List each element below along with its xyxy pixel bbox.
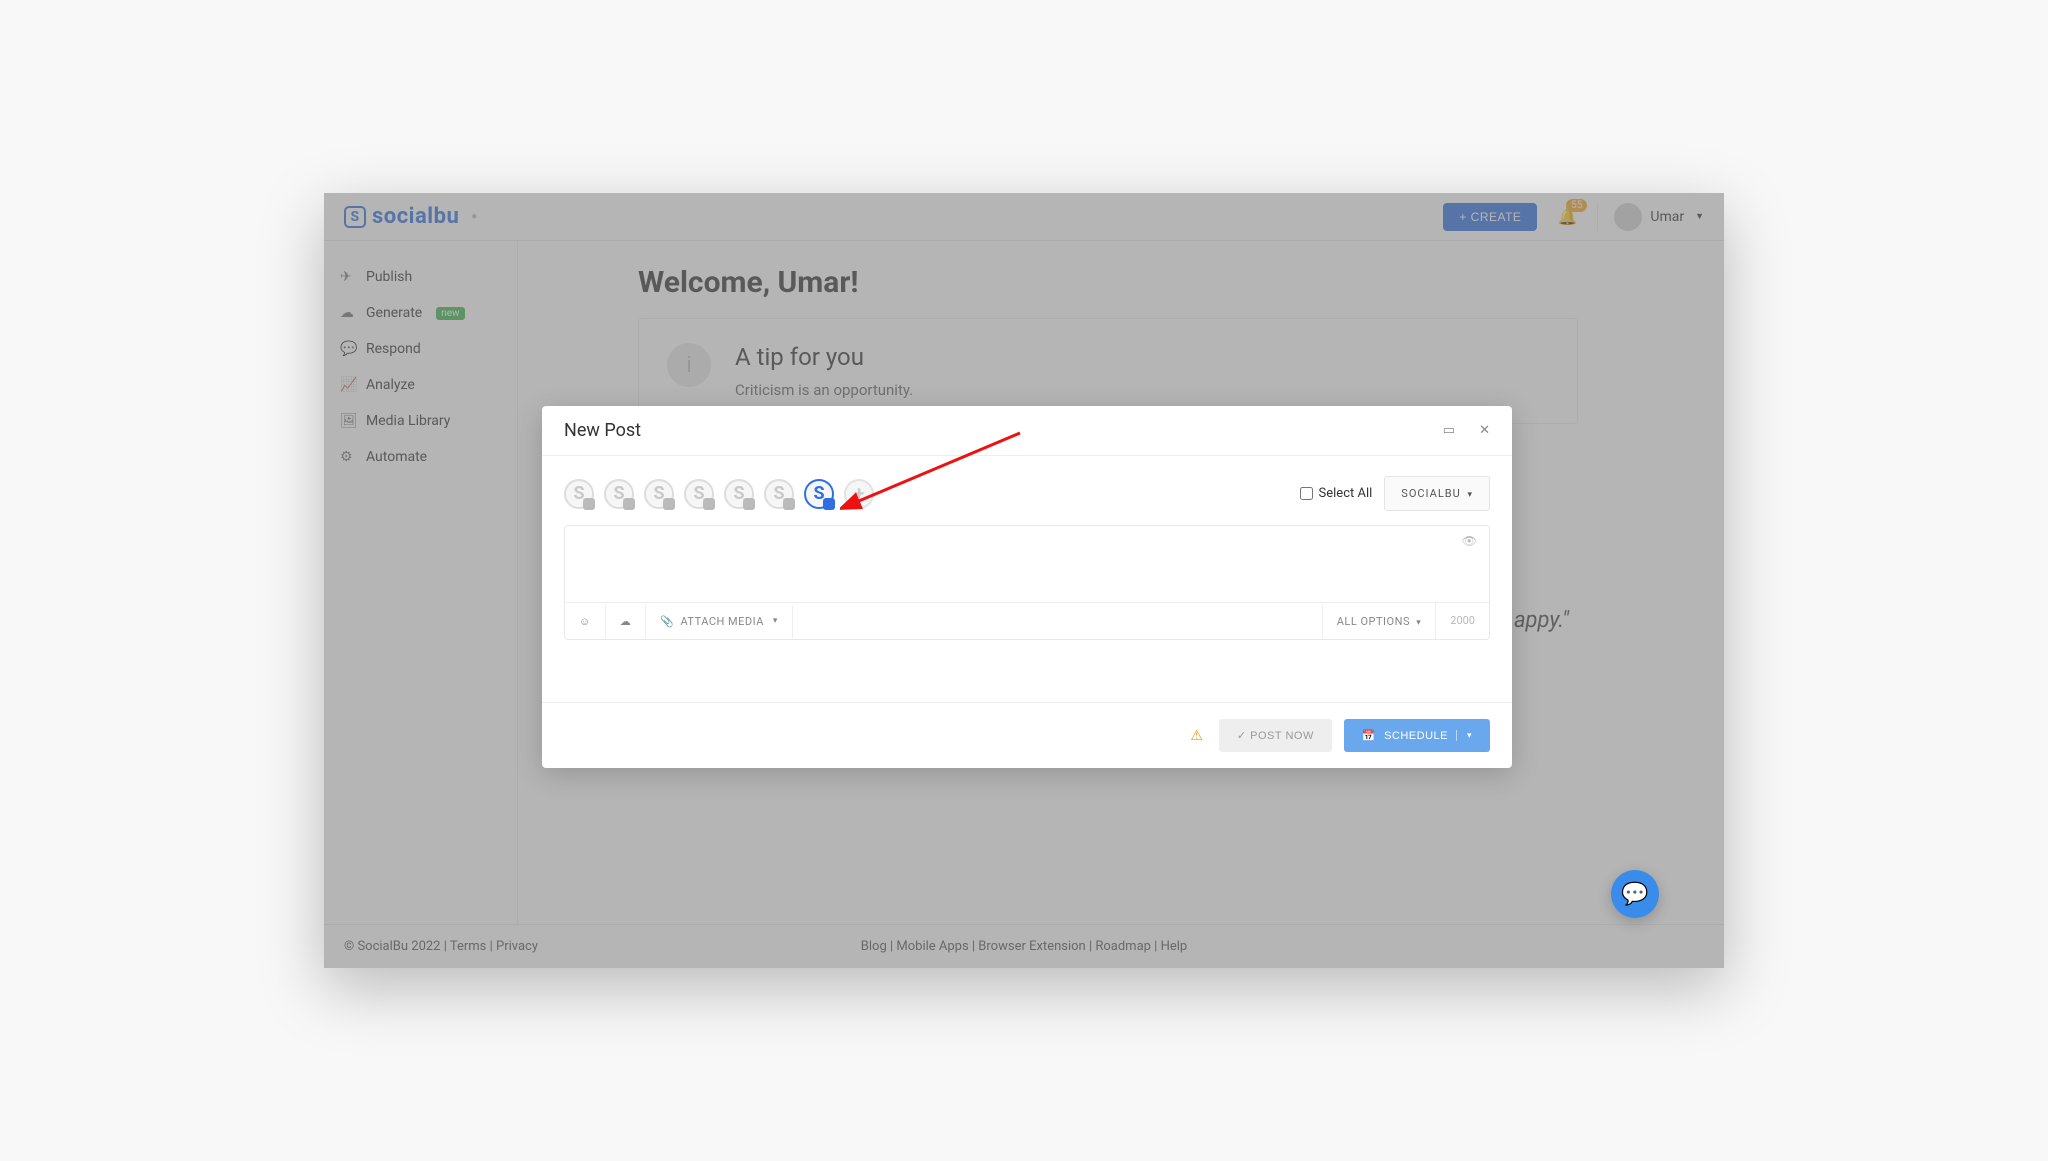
app-frame: S socialbu ● + CREATE 🔔 55 Umar ▼ ✈ Publ… bbox=[324, 193, 1724, 968]
logo[interactable]: S socialbu ● bbox=[344, 204, 478, 229]
account-avatar-2[interactable]: S bbox=[644, 479, 674, 509]
calendar-icon: 📅 bbox=[1362, 729, 1376, 742]
platform-badge-icon bbox=[623, 498, 635, 510]
source-dropdown[interactable]: SOCIALBU ▾ bbox=[1384, 476, 1490, 511]
footer-left[interactable]: © SocialBu 2022 | Terms | Privacy bbox=[344, 939, 538, 954]
composer-textarea[interactable]: 👁 bbox=[565, 526, 1489, 602]
user-menu[interactable]: Umar ▼ bbox=[1597, 203, 1704, 231]
tip-title: A tip for you bbox=[735, 343, 913, 371]
char-counter: 2000 bbox=[1435, 603, 1489, 639]
chart-icon: 📈 bbox=[340, 377, 356, 393]
sidebar-item-label: Publish bbox=[366, 269, 412, 285]
status-dot: ● bbox=[471, 211, 478, 222]
add-account-button[interactable]: + bbox=[844, 479, 874, 509]
chevron-down-icon: ▾ bbox=[773, 616, 778, 626]
sidebar-item-label: Respond bbox=[366, 341, 421, 357]
chevron-down-icon: ▼ bbox=[1695, 211, 1704, 222]
image-icon: 🖼 bbox=[340, 413, 356, 429]
paper-plane-icon: ✈ bbox=[340, 269, 356, 285]
footer: © SocialBu 2022 | Terms | Privacy Blog |… bbox=[324, 924, 1724, 968]
eye-icon[interactable]: 👁 bbox=[1462, 534, 1477, 548]
chevron-down-icon: ▾ bbox=[1467, 490, 1473, 500]
warning-icon: ⚠ bbox=[1190, 728, 1203, 744]
cloud-icon: ☁ bbox=[340, 305, 356, 321]
cloud-button[interactable]: ☁ bbox=[606, 605, 647, 638]
platform-badge-icon bbox=[743, 498, 755, 510]
platform-badge-icon bbox=[663, 498, 675, 510]
logo-icon: S bbox=[344, 206, 366, 228]
select-all-label: Select All bbox=[1319, 486, 1373, 501]
account-avatar-3[interactable]: S bbox=[684, 479, 714, 509]
account-avatar-6[interactable]: S bbox=[804, 479, 834, 509]
chevron-down-icon[interactable]: ▾ bbox=[1456, 730, 1472, 741]
help-chat-button[interactable]: 💬 bbox=[1611, 870, 1659, 918]
modal-footer: ⚠ ✓ POST NOW 📅 SCHEDULE ▾ bbox=[542, 702, 1512, 768]
select-all-input[interactable] bbox=[1300, 487, 1313, 500]
username: Umar bbox=[1650, 209, 1684, 225]
notifications-button[interactable]: 🔔 55 bbox=[1557, 207, 1577, 226]
sidebar-item-label: Analyze bbox=[366, 377, 415, 393]
post-now-button[interactable]: ✓ POST NOW bbox=[1219, 719, 1332, 752]
sidebar-item-generate[interactable]: ☁ Generate new bbox=[324, 295, 517, 331]
platform-badge-icon bbox=[783, 498, 795, 510]
close-icon[interactable]: ✕ bbox=[1479, 423, 1490, 438]
composer-footer: ☺ ☁ 📎 ATTACH MEDIA ▾ ALL OPTIONS ▾ bbox=[565, 602, 1489, 639]
account-avatar-4[interactable]: S bbox=[724, 479, 754, 509]
modal-header: New Post ▭ ✕ bbox=[542, 406, 1512, 456]
modal-title: New Post bbox=[564, 420, 641, 441]
bulb-icon: i bbox=[667, 343, 711, 387]
footer-center[interactable]: Blog | Mobile Apps | Browser Extension |… bbox=[861, 939, 1187, 954]
platform-badge-icon bbox=[703, 498, 715, 510]
new-post-modal: New Post ▭ ✕ SSSSSSS+ Select All SOCIALB… bbox=[542, 406, 1512, 768]
maximize-icon[interactable]: ▭ bbox=[1443, 423, 1455, 438]
topbar-right: + CREATE 🔔 55 Umar ▼ bbox=[1443, 203, 1704, 231]
chat-icon: 💬 bbox=[340, 341, 356, 357]
gear-icon: ⚙ bbox=[340, 449, 356, 465]
composer: 👁 ☺ ☁ 📎 ATTACH MEDIA ▾ ALL O bbox=[564, 525, 1490, 640]
create-button[interactable]: + CREATE bbox=[1443, 203, 1537, 231]
account-avatar-0[interactable]: S bbox=[564, 479, 594, 509]
sidebar-item-automate[interactable]: ⚙ Automate bbox=[324, 439, 517, 475]
modal-body: SSSSSSS+ Select All SOCIALBU ▾ 👁 bbox=[542, 456, 1512, 702]
sidebar-item-label: Media Library bbox=[366, 413, 450, 429]
all-options-button[interactable]: ALL OPTIONS ▾ bbox=[1322, 605, 1436, 638]
account-avatar-1[interactable]: S bbox=[604, 479, 634, 509]
emoji-button[interactable]: ☺ bbox=[565, 605, 606, 638]
chevron-down-icon: ▾ bbox=[1416, 618, 1421, 628]
topbar: S socialbu ● + CREATE 🔔 55 Umar ▼ bbox=[324, 193, 1724, 241]
page-title: Welcome, Umar! bbox=[638, 265, 1724, 300]
check-icon: ✓ bbox=[1237, 730, 1250, 742]
partial-quote: appy." bbox=[1514, 608, 1569, 633]
tip-body: Criticism is an opportunity. bbox=[735, 381, 913, 399]
schedule-button[interactable]: 📅 SCHEDULE ▾ bbox=[1344, 719, 1490, 752]
sidebar-item-analyze[interactable]: 📈 Analyze bbox=[324, 367, 517, 403]
select-all-checkbox[interactable]: Select All bbox=[1300, 486, 1373, 501]
platform-badge-icon bbox=[823, 498, 835, 510]
brand-name: socialbu bbox=[372, 204, 459, 229]
sidebar-item-label: Automate bbox=[366, 449, 427, 465]
sidebar-item-publish[interactable]: ✈ Publish bbox=[324, 259, 517, 295]
avatar bbox=[1614, 203, 1642, 231]
sidebar-item-media-library[interactable]: 🖼 Media Library bbox=[324, 403, 517, 439]
account-list: SSSSSSS+ bbox=[564, 479, 874, 509]
accounts-row: SSSSSSS+ Select All SOCIALBU ▾ bbox=[564, 476, 1490, 511]
sidebar-item-label: Generate bbox=[366, 305, 422, 321]
chat-icon: 💬 bbox=[1621, 882, 1648, 907]
account-avatar-5[interactable]: S bbox=[764, 479, 794, 509]
platform-badge-icon bbox=[583, 498, 595, 510]
sidebar: ✈ Publish ☁ Generate new 💬 Respond 📈 Ana… bbox=[324, 241, 518, 924]
notification-badge: 55 bbox=[1566, 199, 1587, 212]
attach-media-button[interactable]: 📎 ATTACH MEDIA ▾ bbox=[646, 605, 793, 638]
sidebar-item-respond[interactable]: 💬 Respond bbox=[324, 331, 517, 367]
paperclip-icon: 📎 bbox=[660, 615, 674, 628]
new-tag: new bbox=[436, 307, 464, 320]
